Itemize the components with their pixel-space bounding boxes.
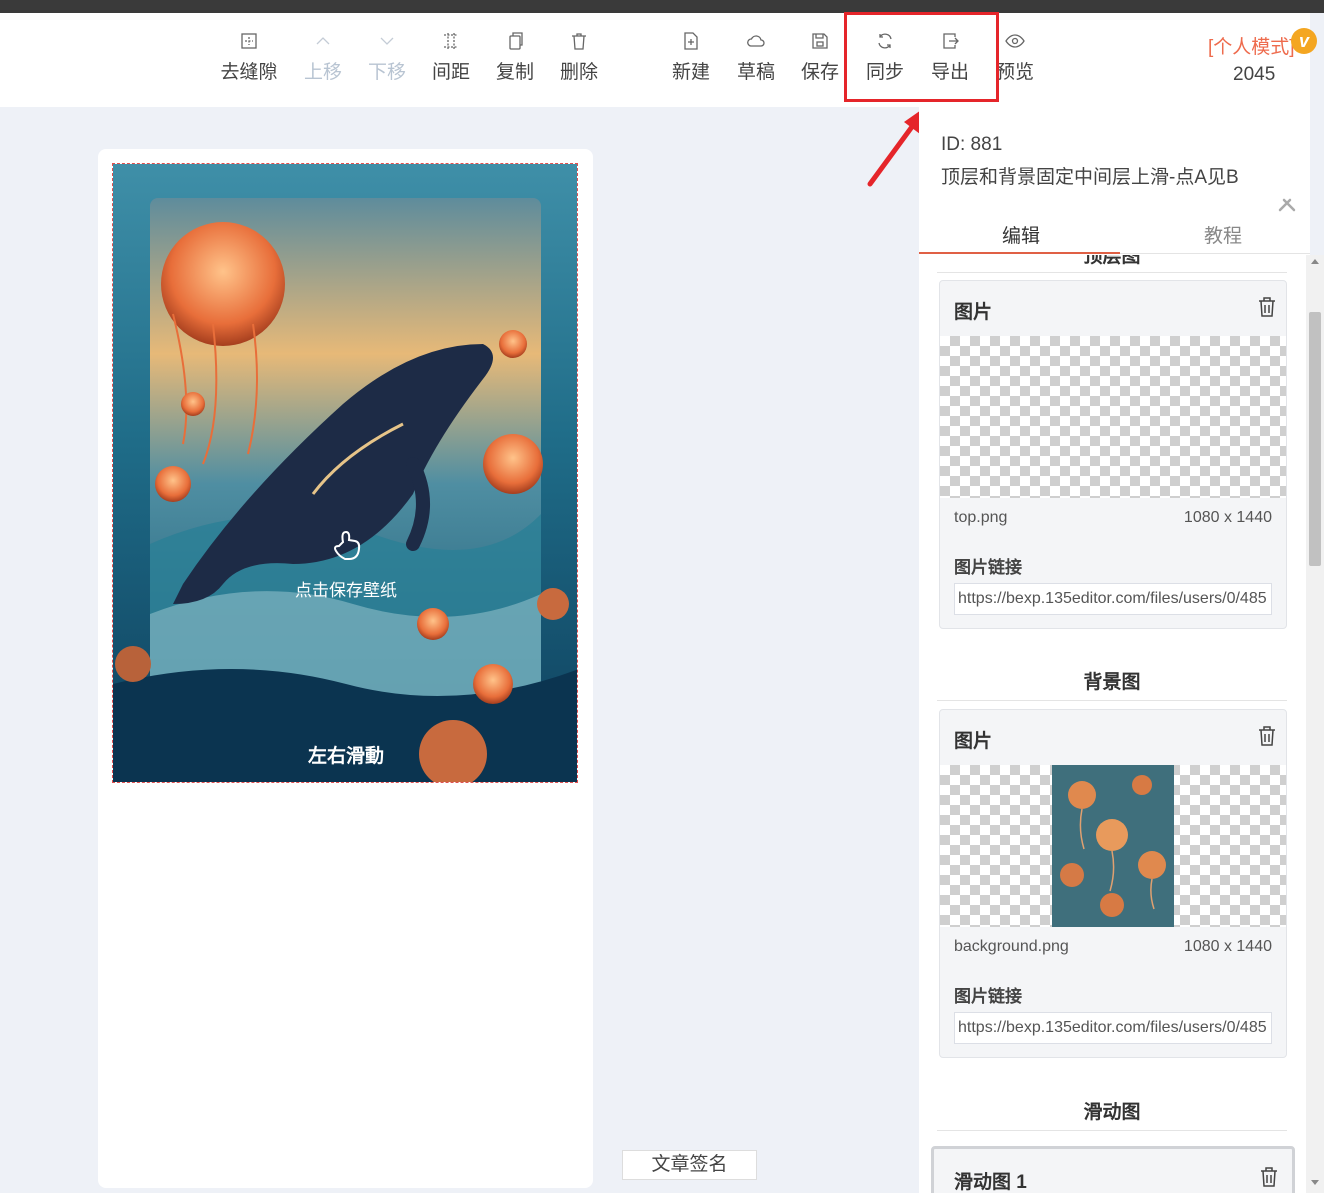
move-down-label: 下移 [367, 62, 406, 83]
tab-edit[interactable]: 编辑 [1002, 221, 1040, 248]
top-image-dimensions: 1080 x 1440 [1183, 509, 1272, 526]
personal-mode-link[interactable]: [个人模式] [1208, 32, 1295, 59]
panel-tabs: 编辑 教程 [919, 212, 1310, 254]
background-image-card: 图片 background.png 1080 x 1440 图片链接 https… [939, 709, 1287, 1058]
move-down-button[interactable]: 下移 [355, 31, 419, 84]
top-image-filename: top.png [954, 509, 1008, 526]
highlight-annotation-box [844, 12, 999, 102]
slide-section-title: 滑动图 [1083, 1102, 1141, 1123]
save-button[interactable]: 保存 [788, 31, 852, 84]
trash-icon[interactable] [1258, 297, 1276, 317]
delete-button[interactable]: 删除 [547, 31, 611, 84]
trash-icon[interactable] [1258, 726, 1276, 746]
tab-tutorial[interactable]: 教程 [1204, 221, 1242, 248]
top-image-card: 图片 top.png 1080 x 1440 图片链接 https://bexp… [939, 280, 1287, 629]
eye-icon [1005, 34, 1025, 48]
tap-save-overlay-text: 点击保存壁纸 [295, 581, 397, 601]
section-divider [937, 272, 1287, 273]
template-id: ID: 881 [941, 134, 1003, 155]
move-up-button[interactable]: 上移 [291, 31, 355, 84]
top-image-link-label: 图片链接 [954, 558, 1022, 577]
template-name: 顶层和背景固定中间层上滑-点A见B [941, 167, 1239, 188]
top-image-link-input[interactable]: https://bexp.135editor.com/files/users/0… [954, 583, 1272, 615]
slide-image-card-title: 滑动图 1 [954, 1172, 1027, 1193]
scroll-up-arrow-icon[interactable] [1311, 259, 1319, 264]
grid-box-icon [241, 33, 257, 49]
delete-label: 删除 [559, 62, 598, 83]
window-top-bar [0, 0, 1324, 13]
save-icon [812, 33, 828, 49]
background-image-dimensions: 1080 x 1440 [1183, 938, 1272, 955]
section-divider [937, 700, 1287, 701]
user-count: 2045 [1233, 64, 1276, 85]
top-image-card-title: 图片 [954, 302, 993, 323]
top-image-thumbnail[interactable] [940, 336, 1286, 498]
background-section-title: 背景图 [1083, 672, 1141, 693]
background-image-thumbnail[interactable] [940, 765, 1286, 927]
panel-scroll-area[interactable]: 顶层图 图片 top.png 1080 x 1440 图片链接 https://… [919, 255, 1306, 1193]
save-label: 保存 [800, 62, 839, 83]
cloud-icon [747, 35, 765, 47]
toolbar: 去缝隙 上移 下移 间距 复制 删除 新建 草稿 保存 同步 导出 预览 [0, 13, 1310, 107]
scroll-down-arrow-icon[interactable] [1311, 1180, 1319, 1185]
background-image-link-input[interactable]: https://bexp.135editor.com/files/users/0… [954, 1012, 1272, 1044]
trash-icon[interactable] [1260, 1167, 1278, 1187]
top-layer-section-title: 顶层图 [1083, 255, 1141, 267]
article-signature-button[interactable]: 文章签名 [622, 1150, 757, 1180]
move-up-label: 上移 [303, 62, 342, 83]
copy-label: 复制 [495, 62, 534, 83]
jellyfish-background-image [1052, 765, 1174, 927]
copy-icon [509, 32, 523, 50]
copy-button[interactable]: 复制 [483, 31, 547, 84]
background-image-card-title: 图片 [954, 731, 993, 752]
background-image-filename: background.png [954, 938, 1069, 955]
spacing-label: 间距 [431, 62, 470, 83]
swipe-overlay-text: 左右滑動 [308, 744, 384, 767]
chevron-down-icon [380, 37, 394, 45]
panel-scrollbar-thumb[interactable] [1309, 312, 1321, 566]
section-divider [937, 1130, 1287, 1131]
active-tab-indicator [919, 252, 1120, 254]
tools-icon[interactable] [1278, 198, 1296, 212]
draft-label: 草稿 [736, 62, 775, 83]
spacing-grid-icon [444, 33, 458, 49]
canvas-image-preview[interactable]: 点击保存壁纸 左右滑動 [112, 163, 578, 783]
spacing-button[interactable]: 间距 [419, 31, 483, 84]
new-file-icon [684, 32, 698, 50]
new-button[interactable]: 新建 [659, 31, 723, 84]
remove-gap-button[interactable]: 去缝隙 [217, 31, 281, 84]
draft-button[interactable]: 草稿 [724, 31, 788, 84]
trash-icon [572, 33, 586, 50]
background-image-link-label: 图片链接 [954, 987, 1022, 1006]
vip-badge[interactable]: v [1291, 28, 1317, 54]
new-label: 新建 [671, 62, 710, 83]
chevron-up-icon [316, 37, 330, 45]
remove-gap-label: 去缝隙 [220, 62, 278, 83]
slide-image-card[interactable]: 滑动图 1 [931, 1146, 1295, 1193]
whale-artwork-image: 点击保存壁纸 左右滑動 [113, 164, 577, 782]
